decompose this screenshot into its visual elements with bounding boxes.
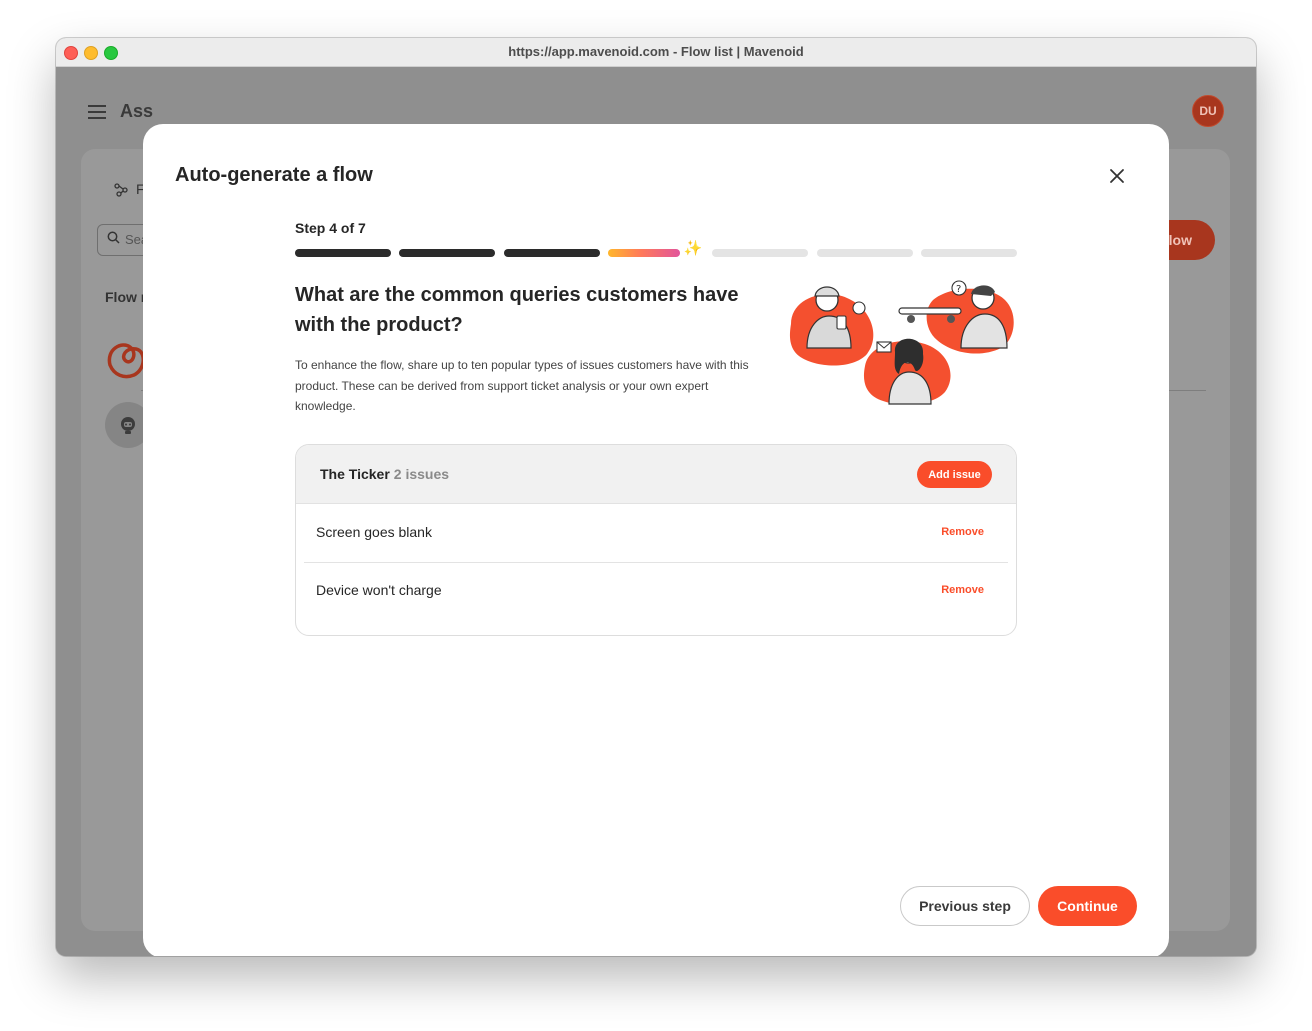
progress-step-4 — [607, 249, 680, 257]
browser-window: https://app.mavenoid.com - Flow list | M… — [56, 38, 1256, 956]
issues-card: The Ticker 2 issues Add issue Screen goes… — [295, 444, 1017, 636]
window-title: https://app.mavenoid.com - Flow list | M… — [508, 44, 804, 59]
progress-step-1 — [295, 249, 391, 257]
progress-step-7 — [920, 249, 1017, 257]
issue-text[interactable]: Device won't charge — [316, 582, 442, 598]
remove-issue-button[interactable]: Remove — [941, 584, 984, 596]
app-title: Ass — [120, 101, 154, 121]
continue-button[interactable]: Continue — [1038, 886, 1137, 926]
background-app: Ass DU F Sea flow Flow r Auto-generate a… — [56, 67, 1256, 956]
hamburger-icon[interactable] — [88, 105, 106, 119]
customers-illustration: ? — [785, 278, 1017, 408]
issue-text[interactable]: Screen goes blank — [316, 524, 432, 540]
product-name: The Ticker 2 issues — [320, 466, 449, 482]
dialog-title: Auto-generate a flow — [175, 164, 373, 186]
step-progress: ✨ — [295, 241, 1017, 258]
step-question: What are the common queries customers ha… — [295, 284, 739, 336]
search-icon — [107, 231, 120, 247]
step-content: Step 4 of 7 ✨ What are the common querie… — [295, 220, 1017, 413]
progress-step-3 — [503, 249, 600, 257]
step-label: Step 4 of 7 — [295, 220, 366, 236]
issues-card-header: The Ticker 2 issues Add issue — [296, 445, 1016, 504]
avatar[interactable]: DU — [1192, 95, 1224, 127]
sparkle-icon: ✨ — [683, 240, 703, 257]
add-issue-button[interactable]: Add issue — [917, 461, 992, 488]
title-bar: https://app.mavenoid.com - Flow list | M… — [56, 38, 1256, 67]
progress-step-6 — [816, 249, 913, 257]
issue-row: Screen goes blank Remove — [304, 505, 1008, 563]
progress-step-5 — [712, 249, 809, 257]
flow-tab-icon — [114, 183, 128, 200]
product-name-label: The Ticker — [320, 466, 390, 482]
remove-issue-button[interactable]: Remove — [941, 526, 984, 538]
auto-generate-flow-dialog: Auto-generate a flow Step 4 of 7 ✨ What … — [143, 124, 1169, 956]
previous-step-button[interactable]: Previous step — [900, 886, 1030, 926]
issue-count: 2 issues — [393, 466, 450, 482]
svg-text:?: ? — [956, 284, 961, 295]
issue-row: Device won't charge Remove — [304, 563, 1008, 620]
close-icon[interactable] — [1103, 162, 1131, 190]
progress-step-2 — [399, 249, 496, 257]
flow-list-header: Flow r — [105, 289, 147, 305]
step-description: To enhance the flow, share up to ten pop… — [295, 358, 749, 413]
